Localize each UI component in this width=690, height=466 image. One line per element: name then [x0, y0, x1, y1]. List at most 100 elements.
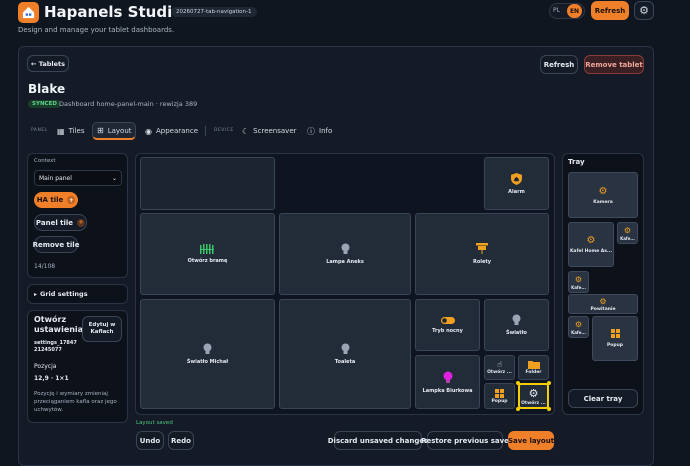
app-refresh-button[interactable]: Refresh: [591, 1, 629, 20]
position-hint: Pozycję i wymiary zmieniaj przeciąganiem…: [34, 391, 117, 413]
position-value: 12,9 · 1×1: [34, 375, 69, 382]
app-logo: [18, 2, 39, 23]
tile-count: 14/108: [34, 263, 56, 270]
grid-settings-toggle[interactable]: ▸ Grid settings: [27, 284, 128, 304]
grid-tile-blinds[interactable]: Rolety: [415, 213, 549, 295]
grid-tile-light-michal[interactable]: Światło Michał: [140, 299, 275, 409]
context-label: Context: [34, 158, 56, 164]
tray-tile-kafel-small-1[interactable]: ⚙ Kafe...: [617, 222, 638, 244]
blinds-icon: [476, 243, 488, 255]
add-panel-tile-label: Panel tile: [35, 218, 74, 227]
tray-tile-kafel-small-3[interactable]: ⚙ Kafe...: [568, 316, 589, 338]
info-icon: ⓘ: [307, 126, 315, 136]
plus-icon: +: [67, 196, 76, 204]
tab-info[interactable]: ⓘ Info: [303, 122, 336, 140]
resize-handle[interactable]: [516, 407, 520, 411]
tray-tile-kafel-small-2[interactable]: ⚙ Kafe...: [568, 271, 589, 293]
clear-tray-button[interactable]: Clear tray: [568, 389, 638, 408]
tray-tile-camera[interactable]: ⚙ Kamera: [568, 172, 638, 218]
position-label: Pozycja: [34, 363, 57, 370]
tray-tile-label: Powitanie: [590, 306, 616, 312]
tab-group-device: DEVICE: [214, 128, 234, 133]
restore-previous-button[interactable]: Restore previous save: [421, 431, 509, 450]
resize-handle[interactable]: [516, 381, 520, 385]
tray-tile-popup[interactable]: Popup: [592, 316, 638, 361]
bulb-icon: [341, 343, 350, 355]
bulb-icon: [443, 371, 453, 384]
chevron-down-icon: ⌄: [111, 174, 117, 182]
tray-tile-label: Kafel Home As...: [569, 249, 613, 254]
grid-tile-label: Folder: [525, 370, 542, 375]
resize-handle[interactable]: [547, 381, 551, 385]
tablet-name: Blake: [28, 82, 66, 96]
moon-icon: ☾: [242, 126, 250, 136]
tray-tile-kafel-home[interactable]: ⚙ Kafel Home As...: [568, 222, 614, 267]
grid-tile-label: Otwórz ...: [521, 400, 546, 406]
gear-icon: ⚙: [574, 274, 583, 284]
remove-tablet-button[interactable]: Remove tablet: [584, 55, 644, 74]
add-ha-tile-label: HA tile: [36, 196, 64, 204]
back-to-tablets-button[interactable]: ← Tablets: [27, 55, 69, 72]
grid-tile-open-1[interactable]: ☝ Otwórz ...: [484, 355, 515, 380]
grid-tile-open-settings-selected[interactable]: ⚙ Otwórz ...: [518, 383, 549, 409]
discard-changes-button[interactable]: Discard unsaved changes: [328, 431, 428, 450]
tab-appearance[interactable]: ◉ Appearance: [141, 122, 202, 140]
gear-icon: ⚙: [574, 319, 583, 329]
lang-pl[interactable]: PL: [553, 7, 560, 14]
add-ha-tile-button[interactable]: HA tile +: [34, 192, 78, 208]
save-layout-button[interactable]: Save layout: [508, 431, 554, 450]
grid-tile-gate[interactable]: Otwórz bramę: [140, 213, 275, 295]
header-refresh-button[interactable]: Refresh: [540, 55, 578, 74]
undo-button[interactable]: Undo: [136, 431, 164, 450]
context-select-value: Main panel: [39, 174, 72, 182]
popup-icon: [495, 388, 504, 398]
add-panel-tile-button[interactable]: Panel tile +: [34, 214, 87, 231]
tray-tile-label: Kafe...: [571, 329, 586, 335]
selected-tile-title: Otwórz ustawienia: [34, 315, 84, 334]
grid-tile-empty[interactable]: [140, 157, 275, 210]
app-title: Hapanels Studio: [44, 3, 183, 21]
context-select[interactable]: Main panel ⌄: [34, 170, 122, 186]
tab-tiles-label: Tiles: [68, 127, 85, 135]
chevron-right-icon: ▸: [34, 290, 38, 298]
grid-tile-label: Otwórz ...: [487, 370, 512, 375]
tab-appearance-label: Appearance: [155, 127, 199, 135]
tray-tile-label: Kafe...: [571, 284, 586, 290]
settings-button[interactable]: ⚙: [634, 1, 654, 20]
remove-tile-button[interactable]: Remove tile: [33, 236, 79, 253]
status-badge: SYNCED: [28, 100, 61, 108]
dashboard-meta: Dashboard home-panel-main · rewizja 389: [59, 100, 198, 108]
grid-tile-toilet[interactable]: Toaleta: [279, 299, 411, 409]
palette-icon: ◉: [145, 126, 152, 136]
grid-tile-light[interactable]: Światło: [484, 299, 549, 351]
tray-tile-label: Popup: [606, 343, 624, 348]
grid-settings-label: Grid settings: [40, 290, 88, 298]
grid-tile-lamp-annex[interactable]: Lampa Aneks: [279, 213, 411, 295]
tray-title: Tray: [568, 158, 585, 166]
layout-icon: ⊞: [97, 126, 104, 135]
grid-tile-alarm[interactable]: Alarm: [484, 157, 549, 210]
lang-en[interactable]: EN: [567, 4, 582, 18]
gear-icon: ⚙: [586, 235, 596, 246]
redo-button[interactable]: Redo: [168, 431, 194, 450]
app-subtitle: Design and manage your tablet dashboards…: [18, 26, 175, 34]
tab-tiles[interactable]: ▦ Tiles: [53, 122, 88, 140]
tray-tile-greeting[interactable]: ⚙ Powitanie: [568, 294, 638, 314]
tray-tile-label: Kamera: [593, 199, 613, 205]
tab-info-label: Info: [319, 127, 333, 135]
grid-tile-night-mode[interactable]: Tryb nocny: [415, 299, 480, 351]
grid-tile-label: Popup: [491, 398, 508, 404]
grid-tile-desk-lamp[interactable]: Lampka Biurkowa: [415, 355, 480, 409]
shield-icon: [511, 172, 522, 185]
tab-layout[interactable]: ⊞ Layout: [92, 122, 136, 140]
grid-tile-label: Lampa Aneks: [326, 259, 364, 265]
folder-icon: [527, 360, 540, 369]
tab-screensaver[interactable]: ☾ Screensaver: [238, 122, 301, 140]
grid-tile-folder[interactable]: Folder: [518, 355, 549, 380]
gear-icon: ⚙: [528, 386, 539, 400]
grid-tile-label: Światło Michał: [186, 359, 229, 365]
grid-tile-label: Tryb nocny: [432, 327, 463, 334]
grid-tile-popup[interactable]: Popup: [484, 383, 515, 409]
edit-in-tiles-button[interactable]: Edytuj w Kaflach: [82, 316, 122, 342]
resize-handle[interactable]: [547, 407, 551, 411]
